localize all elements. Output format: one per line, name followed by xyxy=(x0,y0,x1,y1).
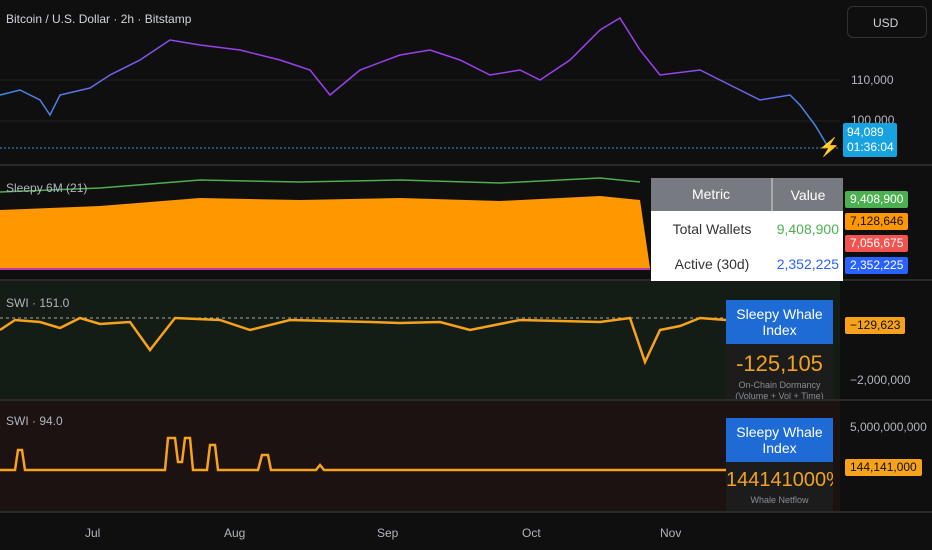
time-tick: Sep xyxy=(377,526,399,540)
netflow-box-value: 144141000% xyxy=(726,469,833,491)
swi-title: SWI · 151.0 xyxy=(6,296,70,310)
netflow-box-sub: Whale Netflow xyxy=(750,495,809,505)
swi-line xyxy=(0,316,727,366)
header-value: Value xyxy=(790,186,826,203)
countdown: 01:36:04 xyxy=(847,140,894,154)
last-price: 94,089 xyxy=(847,125,884,139)
currency-button[interactable]: USD xyxy=(847,6,927,38)
lightning-icon[interactable]: ⚡ xyxy=(818,137,840,158)
price-line xyxy=(0,16,831,151)
table-row: Active (30d) 2,352,225 xyxy=(651,246,843,281)
pane-divider[interactable] xyxy=(0,399,932,401)
swi-info-box: Sleepy Whale Index -125,105 On-Chain Dor… xyxy=(726,300,833,399)
time-tick: Aug xyxy=(224,526,246,540)
netflow-line xyxy=(0,436,726,472)
sleepy-orange-area xyxy=(0,196,650,268)
swi-box-title: Sleepy Whale Index xyxy=(726,300,833,344)
metric-value: 2,352,225 xyxy=(776,255,839,272)
time-tick: Oct xyxy=(522,526,541,540)
swi-tag: −129,623 xyxy=(845,317,906,334)
sleepy-title: Sleepy 6M (21) xyxy=(6,181,88,195)
netflow-box-title: Sleepy Whale Index xyxy=(726,418,833,462)
last-price-tag: 94,089 01:36:04 xyxy=(843,123,897,157)
metrics-table: Metric Value Total Wallets 9,408,900 Activ… xyxy=(651,178,843,281)
netflow-tag: 144,141,000 xyxy=(845,459,922,476)
sleepy-tag-blue: 2,352,225 xyxy=(845,257,909,274)
netflow-info-box: Sleepy Whale Index 144141000% Whale Netf… xyxy=(726,418,833,511)
sleepy-tag-red: 7,056,675 xyxy=(845,235,909,252)
netflow-title: SWI · 94.0 xyxy=(6,414,63,428)
swi-box-sub: (Volume + Vol + Time) xyxy=(735,391,824,399)
sleepy-green-line xyxy=(0,177,641,193)
header-metric: Metric xyxy=(651,178,773,211)
sleepy-tag-orange: 7,128,646 xyxy=(845,213,909,230)
metric-label: Active (30d) xyxy=(674,255,750,272)
sleepy-tag-green: 9,408,900 xyxy=(845,191,909,208)
swi-box-sub: On-Chain Dormancy xyxy=(738,380,821,390)
metric-label: Total Wallets xyxy=(672,220,752,237)
pane-divider[interactable] xyxy=(0,164,932,166)
pane-divider[interactable] xyxy=(0,511,932,513)
time-tick: Nov xyxy=(660,526,682,540)
swi-axis-label: −2,000,000 xyxy=(850,373,911,387)
swi-box-value: -125,105 xyxy=(736,351,823,376)
table-row: Total Wallets 9,408,900 xyxy=(651,211,843,246)
netflow-axis-label: 5,000,000,000 xyxy=(850,420,927,434)
metric-value: 9,408,900 xyxy=(776,220,839,237)
time-tick: Jul xyxy=(85,526,101,540)
price-axis-label: 110,000 xyxy=(851,73,894,87)
